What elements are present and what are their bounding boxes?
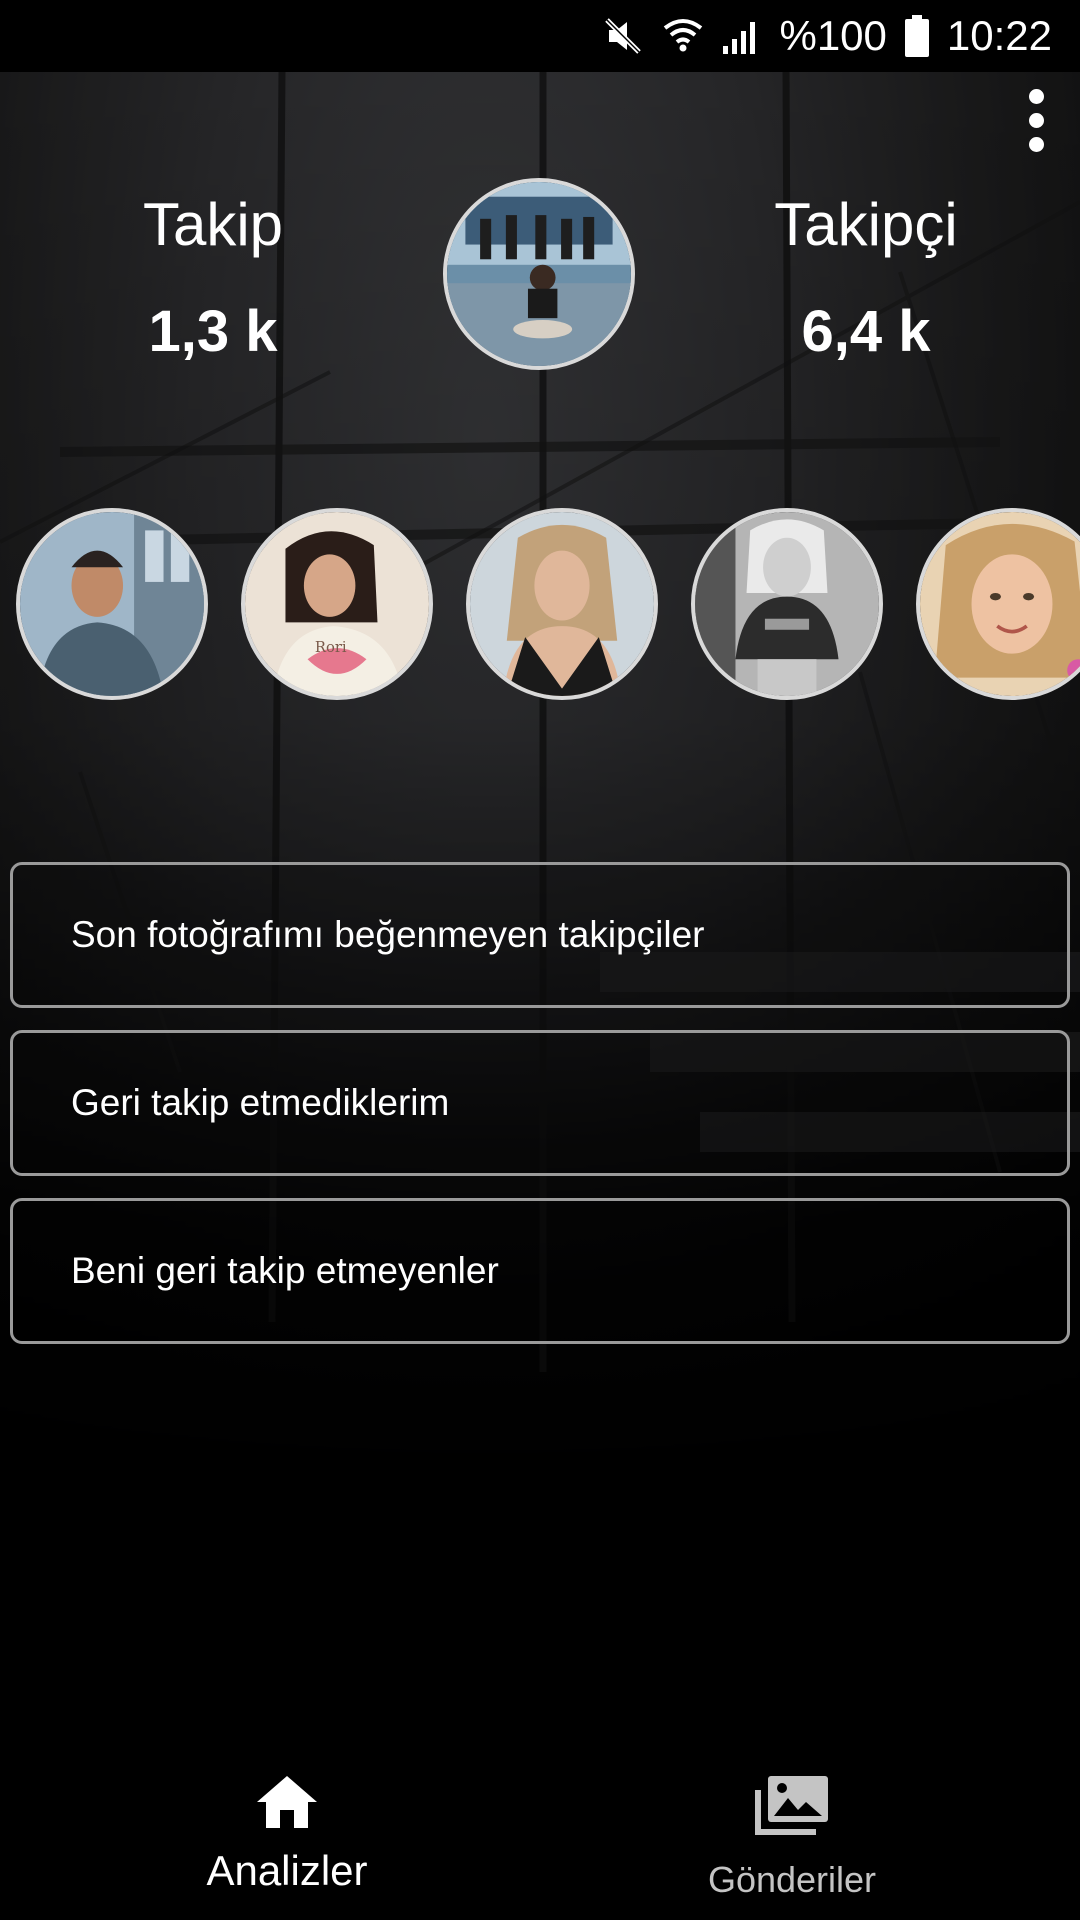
wifi-icon [663, 14, 703, 58]
more-vert-icon-dot [1028, 88, 1044, 104]
user-avatar[interactable] [16, 508, 208, 700]
user-photo [20, 512, 204, 696]
followers-label: Takipçi [774, 191, 958, 258]
non-liking-followers-button[interactable]: Son fotoğrafımı beğenmeyen takipçiler [10, 862, 1070, 1008]
status-icons: %100 10:22 [601, 0, 1052, 72]
profile-avatar[interactable] [443, 178, 635, 370]
user-avatar[interactable] [691, 508, 883, 700]
user-photo [470, 512, 654, 696]
option-label: Geri takip etmediklerim [71, 1082, 450, 1123]
photo-library-icon [642, 1774, 942, 1841]
nav-label: Gönderiler [707, 1859, 877, 1900]
more-options-button[interactable] [1008, 80, 1064, 160]
signal-icon [721, 16, 761, 56]
nav-analizler[interactable]: Analizler [137, 1760, 437, 1895]
unfollowers-button[interactable]: Beni geri takip etmeyenler [10, 1198, 1070, 1344]
mute-icon [601, 14, 645, 58]
user-photo: Rori [245, 512, 429, 696]
nav-gonderiler[interactable]: Gönderiler [642, 1760, 942, 1901]
following-label: Takip [142, 191, 284, 258]
user-avatar[interactable]: Rori [241, 508, 433, 700]
svg-text:Rori: Rori [315, 639, 347, 656]
option-label: Son fotoğrafımı beğenmeyen takipçiler [71, 914, 705, 955]
following-count: 1,3 k [148, 299, 278, 364]
option-label: Beni geri takip etmeyenler [71, 1250, 499, 1291]
status-bar: %100 10:22 [0, 0, 1080, 72]
user-photo [920, 512, 1080, 696]
battery-icon [904, 15, 929, 57]
user-photo [695, 512, 879, 696]
home-icon [137, 1774, 437, 1835]
more-vert-icon-dot [1028, 112, 1044, 128]
user-avatar[interactable] [466, 508, 658, 700]
followers-count: 6,4 k [801, 299, 931, 364]
battery-text: %100 [779, 12, 887, 59]
more-vert-icon-dot [1028, 136, 1044, 152]
followers-stat[interactable]: Takipçi 6,4 k [716, 195, 1016, 361]
profile-photo [447, 182, 631, 366]
nav-label: Analizler [206, 1847, 368, 1894]
following-stat[interactable]: Takip 1,3 k [63, 195, 363, 361]
clock: 10:22 [946, 12, 1052, 59]
bottom-navigation: Analizler Gönderiler [0, 1760, 1080, 1920]
not-following-back-button[interactable]: Geri takip etmediklerim [10, 1030, 1070, 1176]
